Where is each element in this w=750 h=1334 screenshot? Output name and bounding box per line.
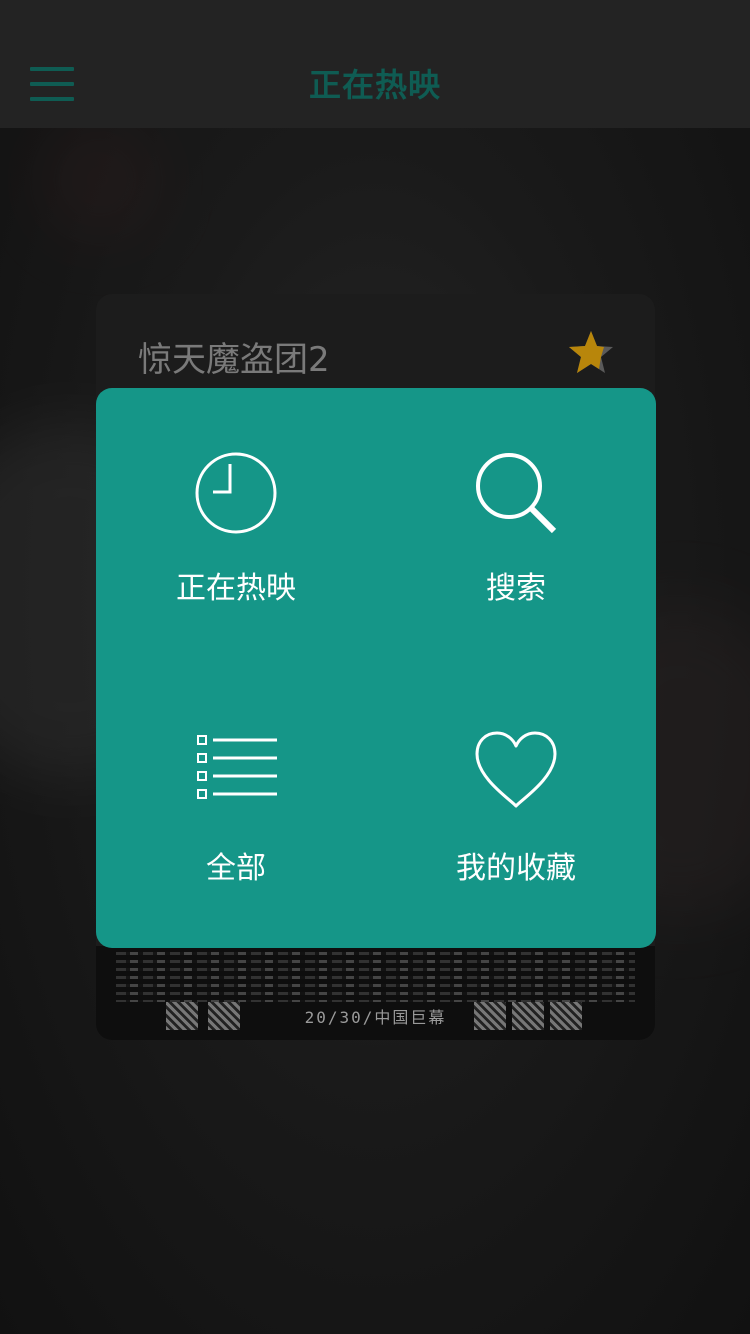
search-icon [476,453,557,534]
clock-icon [195,452,277,534]
menu-item-label: 搜索 [486,571,546,606]
navigation-popup: 正在热映 搜索 全部 我的收藏 [96,388,656,948]
menu-item-search[interactable]: 搜索 [376,388,656,668]
background-blur [40,120,160,240]
poster-credits [116,952,635,1002]
star-icon[interactable] [566,328,616,378]
menu-item-now-playing[interactable]: 正在热映 [96,388,376,668]
app-header: 正在热映 [0,0,750,128]
heart-icon [475,731,557,808]
qr-code-icon [512,1002,544,1030]
movie-title: 惊天魔盗团2 [138,340,330,380]
menu-item-all[interactable]: 全部 [96,668,376,948]
qr-code-icon [474,1002,506,1030]
menu-item-label: 正在热映 [176,571,296,606]
menu-item-label: 我的收藏 [456,851,576,886]
menu-item-favorites[interactable]: 我的收藏 [376,668,656,948]
poster-image: 20/30/中国巨幕 [96,946,655,1040]
qr-code-icon [550,1002,582,1030]
list-icon [197,735,277,799]
menu-item-label: 全部 [206,851,266,886]
page-title: 正在热映 [308,66,441,104]
